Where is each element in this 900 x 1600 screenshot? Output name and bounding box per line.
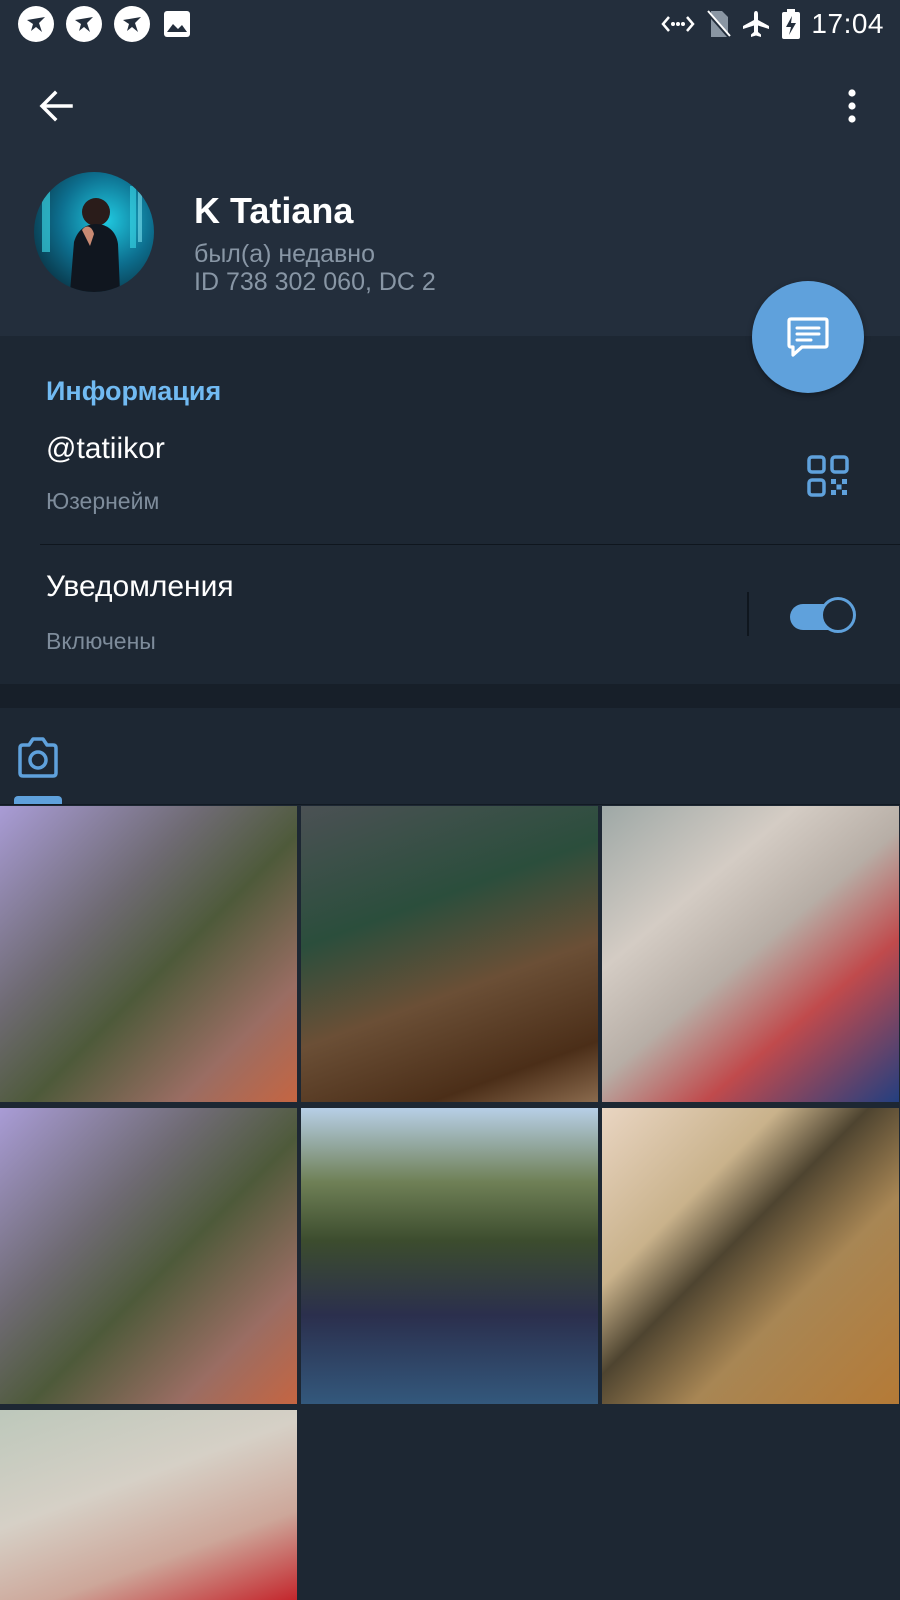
status-bar: 17:04: [0, 0, 900, 50]
gallery-icon: [164, 11, 190, 37]
photo-thumbnail[interactable]: [0, 1108, 297, 1404]
profile-header: K Tatiana был(а) недавно ID 738 302 060,…: [0, 50, 900, 336]
airplane-mode-icon: [743, 11, 770, 37]
notifications-toggle[interactable]: [790, 597, 856, 633]
photo-thumbnail[interactable]: [602, 806, 899, 1102]
username-label: Юзернейм: [46, 488, 160, 514]
username-value[interactable]: @tatiikor: [46, 432, 165, 466]
info-section: Информация @tatiikor Юзернейм Уведомлени…: [0, 336, 900, 684]
status-bar-system: 17:04: [661, 6, 884, 42]
profile-name: K Tatiana: [194, 190, 354, 231]
back-button[interactable]: [30, 80, 82, 132]
photo-thumbnail[interactable]: [0, 806, 297, 1102]
section-gap: [0, 684, 900, 708]
camera-icon[interactable]: [14, 734, 62, 782]
message-icon: [787, 317, 829, 357]
tab-active-indicator: [14, 796, 62, 804]
media-tabs: [0, 708, 900, 805]
notifications-state: Включены: [46, 628, 156, 654]
toggle-knob: [820, 597, 856, 633]
photo-thumbnail[interactable]: [301, 806, 598, 1102]
status-bar-notifications: [18, 6, 192, 42]
vertical-separator: [747, 592, 749, 636]
photo-grid: [0, 806, 900, 1600]
more-vertical-icon: [848, 89, 856, 123]
profile-last-seen: был(а) недавно: [194, 240, 376, 268]
app-notification-icon: [18, 6, 54, 42]
app-notification-icon: [114, 6, 150, 42]
photo-thumbnail[interactable]: [0, 1410, 297, 1600]
back-arrow-icon: [39, 90, 73, 122]
app-notification-icon: [66, 6, 102, 42]
notifications-label[interactable]: Уведомления: [46, 570, 234, 604]
divider: [40, 544, 900, 545]
section-title-info: Информация: [46, 376, 222, 406]
qr-code-icon[interactable]: [806, 454, 850, 498]
status-time: 17:04: [811, 8, 884, 39]
avatar[interactable]: [34, 172, 154, 292]
send-message-button[interactable]: [752, 281, 864, 393]
photo-thumbnail[interactable]: [301, 1108, 598, 1404]
battery-charging-icon: [782, 9, 801, 39]
profile-id: ID 738 302 060, DC 2: [194, 268, 436, 296]
photo-thumbnail[interactable]: [602, 1108, 899, 1404]
no-sim-icon: [706, 10, 732, 38]
more-options-button[interactable]: [832, 80, 872, 132]
data-transfer-icon: [661, 16, 696, 32]
